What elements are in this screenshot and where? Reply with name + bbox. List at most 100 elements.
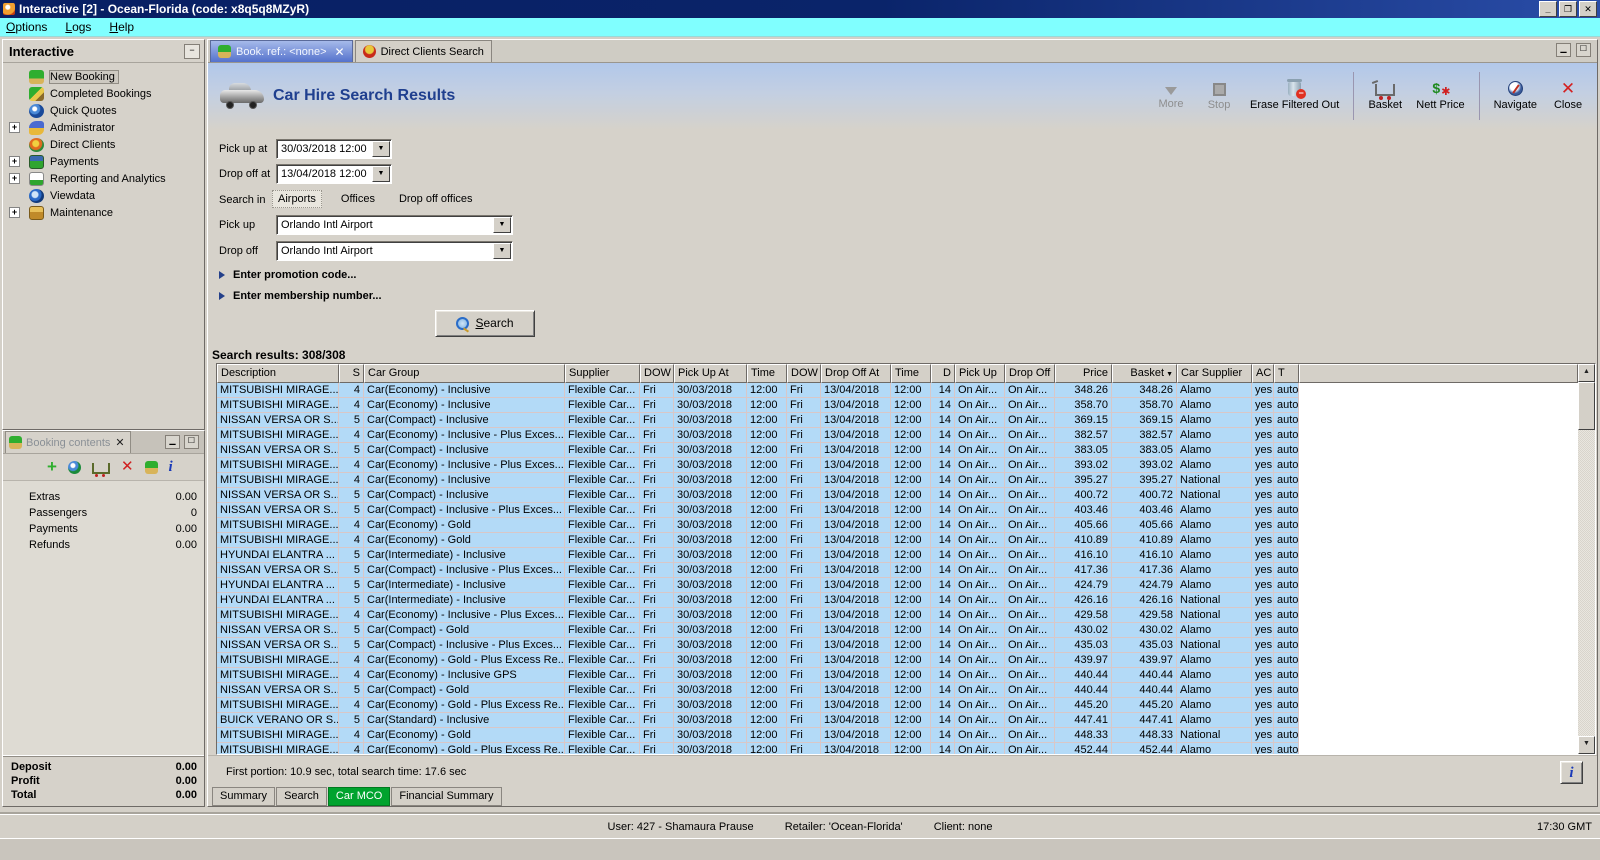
add-icon[interactable]: + — [47, 461, 57, 473]
menu-help[interactable]: Help — [109, 20, 134, 34]
col-d[interactable]: D — [931, 364, 955, 383]
table-row[interactable]: MITSUBISHI MIRAGE... 4 Car(Economy) - In… — [217, 458, 1299, 473]
col-ac[interactable]: AC — [1252, 364, 1274, 383]
col-supplier[interactable]: Supplier — [565, 364, 640, 383]
panel-maximize-button[interactable]: ☐ — [1576, 43, 1591, 57]
sidebar-item[interactable]: New Booking — [3, 68, 204, 85]
basket-icon[interactable] — [92, 463, 110, 474]
table-row[interactable]: NISSAN VERSA OR S... 5 Car(Compact) - In… — [217, 443, 1299, 458]
booking-maximize-button[interactable]: ☐ — [184, 435, 199, 449]
table-row[interactable]: MITSUBISHI MIRAGE... 4 Car(Economy) - In… — [217, 608, 1299, 623]
sidebar-item[interactable]: + Payments — [3, 153, 204, 170]
window-close-button[interactable]: ✕ — [1579, 1, 1597, 17]
table-row[interactable]: HYUNDAI ELANTRA ... 5 Car(Intermediate) … — [217, 548, 1299, 563]
col-t[interactable]: T — [1274, 364, 1299, 383]
col-price[interactable]: Price — [1055, 364, 1112, 383]
pickup-combo[interactable]: Orlando Intl Airport ▼ — [276, 215, 513, 235]
table-row[interactable]: MITSUBISHI MIRAGE... 4 Car(Economy) - Go… — [217, 653, 1299, 668]
booking-contents-row[interactable]: Payments 0.00 — [3, 521, 204, 537]
col-car-group[interactable]: Car Group — [364, 364, 565, 383]
sidebar-item[interactable]: Completed Bookings — [3, 85, 204, 102]
col-drop-off-at[interactable]: Drop Off At — [821, 364, 891, 383]
expand-toggle-icon[interactable]: + — [9, 122, 20, 133]
booking-contents-row[interactable]: Passengers 0 — [3, 505, 204, 521]
table-scrollbar[interactable]: ▲ ▼ — [1578, 364, 1595, 754]
booking-contents-row[interactable]: Extras 0.00 — [3, 489, 204, 505]
table-row[interactable]: NISSAN VERSA OR S... 5 Car(Compact) - In… — [217, 563, 1299, 578]
chevron-down-icon[interactable]: ▼ — [372, 141, 390, 157]
tab-direct-clients-search[interactable]: Direct Clients Search — [355, 40, 492, 62]
sidebar-item[interactable]: Direct Clients — [3, 136, 204, 153]
promo-code-disclosure[interactable]: Enter promotion code... — [219, 269, 356, 281]
tab-close-icon[interactable]: ✕ — [335, 45, 345, 59]
tab-car-mco[interactable]: Car MCO — [328, 787, 390, 806]
expand-toggle-icon[interactable] — [9, 105, 20, 116]
expand-toggle-icon[interactable] — [9, 139, 20, 150]
search-button[interactable]: Search — [435, 310, 535, 337]
expand-toggle-icon[interactable]: + — [9, 156, 20, 167]
col-dow-1[interactable]: DOW — [640, 364, 674, 383]
navigate-button[interactable]: Navigate — [1494, 81, 1537, 111]
col-time-1[interactable]: Time — [747, 364, 787, 383]
col-basket[interactable]: Basket▼ — [1112, 364, 1177, 383]
expand-toggle-icon[interactable] — [9, 190, 20, 201]
erase-filtered-out-button[interactable]: Erase Filtered Out — [1250, 82, 1339, 111]
chevron-down-icon[interactable]: ▼ — [493, 243, 511, 259]
info-button[interactable]: i — [1560, 761, 1583, 784]
table-row[interactable]: MITSUBISHI MIRAGE... 4 Car(Economy) - In… — [217, 428, 1299, 443]
window-minimize-button[interactable]: _ — [1539, 1, 1557, 17]
table-row[interactable]: MITSUBISHI MIRAGE... 4 Car(Economy) - Go… — [217, 743, 1299, 754]
table-row[interactable]: HYUNDAI ELANTRA ... 5 Car(Intermediate) … — [217, 593, 1299, 608]
scroll-up-icon[interactable]: ▲ — [1578, 364, 1595, 382]
col-pick-up[interactable]: Pick Up — [955, 364, 1005, 383]
table-row[interactable]: MITSUBISHI MIRAGE... 4 Car(Economy) - Go… — [217, 728, 1299, 743]
table-row[interactable]: MITSUBISHI MIRAGE... 4 Car(Economy) - Go… — [217, 533, 1299, 548]
membership-disclosure[interactable]: Enter membership number... — [219, 290, 382, 302]
col-description[interactable]: Description — [217, 364, 339, 383]
col-car-supplier[interactable]: Car Supplier — [1177, 364, 1252, 383]
table-row[interactable]: BUICK VERANO OR S... 5 Car(Standard) - I… — [217, 713, 1299, 728]
table-row[interactable]: MITSUBISHI MIRAGE... 4 Car(Economy) - Go… — [217, 698, 1299, 713]
menu-logs[interactable]: Logs — [65, 20, 91, 34]
booking-minimize-button[interactable]: ▁ — [165, 435, 180, 449]
sidebar-collapse-button[interactable]: − — [184, 44, 200, 59]
booking-contents-tab[interactable]: Booking contents ✕ — [5, 431, 131, 453]
sidebar-item[interactable]: + Administrator — [3, 119, 204, 136]
dropoff-combo[interactable]: Orlando Intl Airport ▼ — [276, 241, 513, 261]
dropoff-at-field[interactable]: 13/04/2018 12:00 ▼ — [276, 164, 392, 184]
nett-price-button[interactable]: Nett Price — [1416, 81, 1464, 111]
booking-contents-close-icon[interactable]: ✕ — [115, 436, 124, 449]
booking-palm-icon[interactable] — [145, 461, 158, 474]
window-restore-button[interactable]: ❐ — [1559, 1, 1577, 17]
chevron-down-icon[interactable]: ▼ — [372, 166, 390, 182]
col-dow-2[interactable]: DOW — [787, 364, 821, 383]
sidebar-item[interactable]: Viewdata — [3, 187, 204, 204]
delete-icon[interactable]: ✕ — [121, 461, 134, 473]
expand-toggle-icon[interactable] — [9, 88, 20, 99]
panel-minimize-button[interactable]: ▁ — [1556, 43, 1571, 57]
table-row[interactable]: NISSAN VERSA OR S... 5 Car(Compact) - In… — [217, 413, 1299, 428]
menu-options[interactable]: Options — [6, 20, 47, 34]
sidebar-item[interactable]: + Reporting and Analytics — [3, 170, 204, 187]
expand-toggle-icon[interactable] — [9, 71, 20, 82]
tab-summary[interactable]: Summary — [212, 787, 275, 806]
basket-button[interactable]: Basket — [1368, 81, 1402, 111]
col-pick-up-at[interactable]: Pick Up At — [674, 364, 747, 383]
expand-toggle-icon[interactable]: + — [9, 207, 20, 218]
sidebar-item[interactable]: + Maintenance — [3, 204, 204, 221]
tab-financial-summary[interactable]: Financial Summary — [391, 787, 501, 806]
scroll-down-icon[interactable]: ▼ — [1578, 736, 1595, 754]
info-icon[interactable]: i — [169, 461, 173, 473]
col-s[interactable]: S — [339, 364, 364, 383]
search-in-offices[interactable]: Offices — [336, 191, 380, 207]
col-time-2[interactable]: Time — [891, 364, 931, 383]
table-row[interactable]: MITSUBISHI MIRAGE... 4 Car(Economy) - Go… — [217, 518, 1299, 533]
table-row[interactable]: MITSUBISHI MIRAGE... 4 Car(Economy) - In… — [217, 668, 1299, 683]
expand-toggle-icon[interactable]: + — [9, 173, 20, 184]
tab-search[interactable]: Search — [276, 787, 327, 806]
booking-contents-row[interactable]: Refunds 0.00 — [3, 537, 204, 553]
table-row[interactable]: NISSAN VERSA OR S... 5 Car(Compact) - In… — [217, 503, 1299, 518]
table-row[interactable]: MITSUBISHI MIRAGE... 4 Car(Economy) - In… — [217, 383, 1299, 398]
pickup-at-field[interactable]: 30/03/2018 12:00 ▼ — [276, 139, 392, 159]
close-button[interactable]: ✕ Close — [1551, 82, 1585, 111]
